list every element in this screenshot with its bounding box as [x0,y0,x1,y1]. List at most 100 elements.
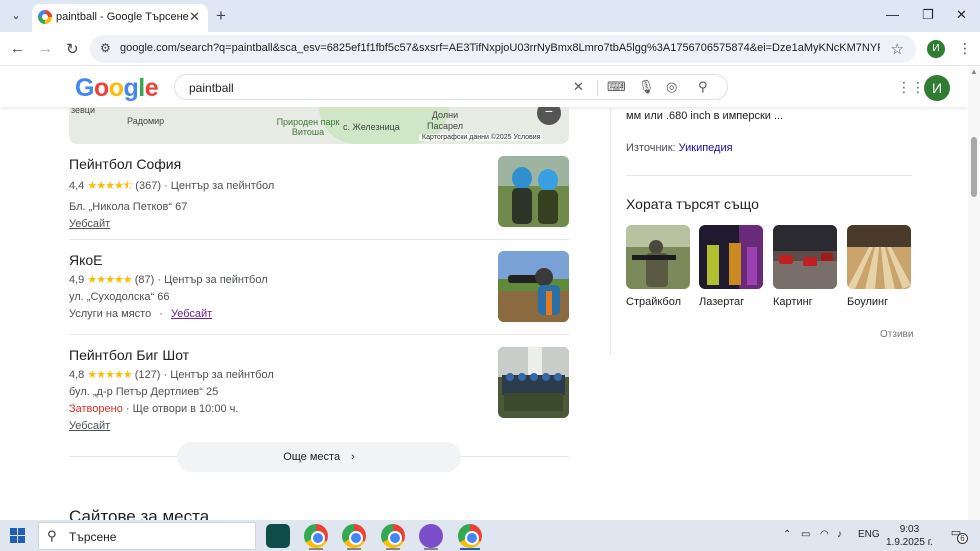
more-places-label: Още места [283,451,341,463]
search-box[interactable]: paintball ✕ ⌨ 🎙 ◎ ⚲ [174,74,728,100]
rating-stars-icon: ★★★★⯪ [87,180,133,192]
panel-divider [610,107,611,355]
website-link[interactable]: Уебсайт [171,308,212,320]
place-rating-row: 4,8 ★★★★★ (127) · Център за пейнтбол [69,369,274,381]
page-scrollbar[interactable]: ▲ [968,67,980,520]
place-photo[interactable] [498,347,569,418]
review-count: (127) [134,369,161,381]
battery-icon[interactable]: ▭ [801,529,810,540]
scrollbar-thumb[interactable] [971,137,977,197]
clear-icon[interactable]: ✕ [573,79,584,95]
result-divider [69,334,569,335]
notification-count: 6 [957,533,968,544]
place-name[interactable]: Пейнтбол Биг Шот [69,347,569,363]
place-address: ул. „Суходолска“ 66 [69,291,170,303]
volume-icon[interactable]: ♪ [837,529,842,540]
related-search-card[interactable]: Страйкбол [626,225,690,308]
chrome-menu-icon[interactable]: ⋮ [958,40,972,57]
tray-chevron-icon[interactable]: ⌃ [783,529,791,540]
panel-separator [626,175,912,176]
related-search-card[interactable]: Картинг [773,225,837,308]
place-hours: Затворено · Ще отвори в 10:00 ч. [69,403,569,415]
google-header: Google paintball ✕ ⌨ 🎙 ◎ ⚲ ⋮⋮⋮ И [0,67,968,107]
more-places-button[interactable]: Още места › [177,442,461,472]
search-input[interactable]: paintball [189,81,234,95]
bookmark-star-icon[interactable]: ☆ [891,40,904,58]
reload-icon[interactable]: ↻ [66,40,79,58]
taskbar-search-box[interactable]: ⚲ Търсене [38,522,256,550]
rating-value: 4,8 [69,369,85,381]
google-account-avatar[interactable]: И [924,75,950,101]
restore-button[interactable]: ❐ [922,7,934,23]
app-icon[interactable] [266,524,290,548]
lens-camera-icon[interactable]: ◎ [666,79,677,95]
scroll-up-arrow-icon[interactable]: ▲ [970,67,978,76]
google-logo[interactable]: Google [75,74,159,103]
place-name[interactable]: ЯкоЕ [69,252,569,268]
keyboard-icon[interactable]: ⌨ [607,79,626,95]
map-label: Радомир [127,116,165,126]
microphone-icon[interactable]: 🎙 [638,79,655,95]
related-search-label: Страйкбол [626,296,682,308]
taskbar-clock[interactable]: 9:03 1.9.2025 г. [886,523,933,549]
language-indicator[interactable]: ENG [858,529,880,540]
website-link[interactable]: Уебсайт [69,420,110,432]
active-tab[interactable]: paintball - Google Търсене ✕ [32,4,208,32]
related-search-card[interactable]: Лазертаг [699,225,763,308]
minimize-button[interactable]: — [886,7,899,22]
map-zoom-out-button[interactable]: − [537,107,561,125]
people-also-search-title: Хората търсят също [626,196,759,212]
rating-value: 4,9 [69,274,85,286]
place-result[interactable]: Пейнтбол Биг Шот 4,8 ★★★★★ (127) · Центъ… [69,347,569,432]
taskbar-search-text: Търсене [69,530,117,544]
new-tab-button[interactable]: + [216,6,226,26]
place-category: Център за пейнтбол [170,369,274,381]
related-search-label: Лазертаг [699,296,745,308]
feedback-link[interactable]: Отзиви [880,329,913,340]
tab-search-chevron-icon[interactable]: ⌄ [6,6,26,26]
browser-profile-avatar[interactable]: И [927,40,945,58]
notifications-icon[interactable]: ▭ 6 [948,526,968,544]
place-address: бул. „д-р Петър Дертлиев“ 25 [69,386,219,398]
place-result[interactable]: ЯкоЕ 4,9 ★★★★★ (87) · Център за пейнтбол… [69,252,569,320]
search-icon: ⚲ [47,528,57,543]
map-label: зевци [71,107,95,115]
map-attribution[interactable]: Картографски данни ©2025 Условия [419,134,544,141]
wifi-icon[interactable]: ◠ [820,529,829,540]
rating-value: 4,4 [69,180,85,192]
results-map[interactable]: зевци Радомир Природен парк Витоша с. Же… [69,107,569,144]
website-link[interactable]: Уебсайт [69,218,110,230]
map-label: с. Железница [343,122,400,132]
chrome-icon[interactable] [304,524,328,548]
source-link[interactable]: Уикипедия [679,142,733,154]
back-arrow-icon[interactable]: ← [10,40,25,57]
place-rating-row: 4,4 ★★★★⯪ (367) · Център за пейнтбол [69,180,275,192]
chrome-icon[interactable] [381,524,405,548]
close-window-button[interactable]: ✕ [956,7,967,23]
address-bar[interactable]: ⚙ google.com/search?q=paintball&sca_esv=… [90,35,916,63]
viber-icon[interactable] [419,524,443,548]
related-search-label: Боулинг [847,296,889,308]
map-label: Долни Пасарел [427,110,463,131]
place-address: Бл. „Никола Петков“ 67 [69,201,188,213]
url-text[interactable]: google.com/search?q=paintball&sca_esv=68… [120,42,880,54]
chrome-icon[interactable] [458,524,482,548]
forward-arrow-icon[interactable]: → [38,40,53,57]
site-info-icon[interactable]: ⚙ [100,41,111,55]
map-label: Природен парк Витоша [276,117,340,137]
search-icon[interactable]: ⚲ [698,79,708,95]
tab-close-icon[interactable]: ✕ [189,9,200,25]
place-rating-row: 4,9 ★★★★★ (87) · Център за пейнтбол [69,274,268,286]
chrome-icon[interactable] [342,524,366,548]
place-name[interactable]: Пейнтбол София [69,156,569,172]
related-search-card[interactable]: Боулинг [847,225,911,308]
clock-date: 1.9.2025 г. [886,537,933,548]
place-result[interactable]: Пейнтбол София 4,4 ★★★★⯪ (367) · Център … [69,156,569,230]
place-photo[interactable] [498,156,569,227]
chevron-right-icon: › [351,451,355,463]
tab-strip: ⌄ paintball - Google Търсене ✕ + — ❐ ✕ [0,0,980,32]
windows-start-icon[interactable] [10,528,25,543]
clock-time: 9:03 [899,524,920,535]
rating-stars-icon: ★★★★★ [87,369,132,381]
place-photo[interactable] [498,251,569,322]
